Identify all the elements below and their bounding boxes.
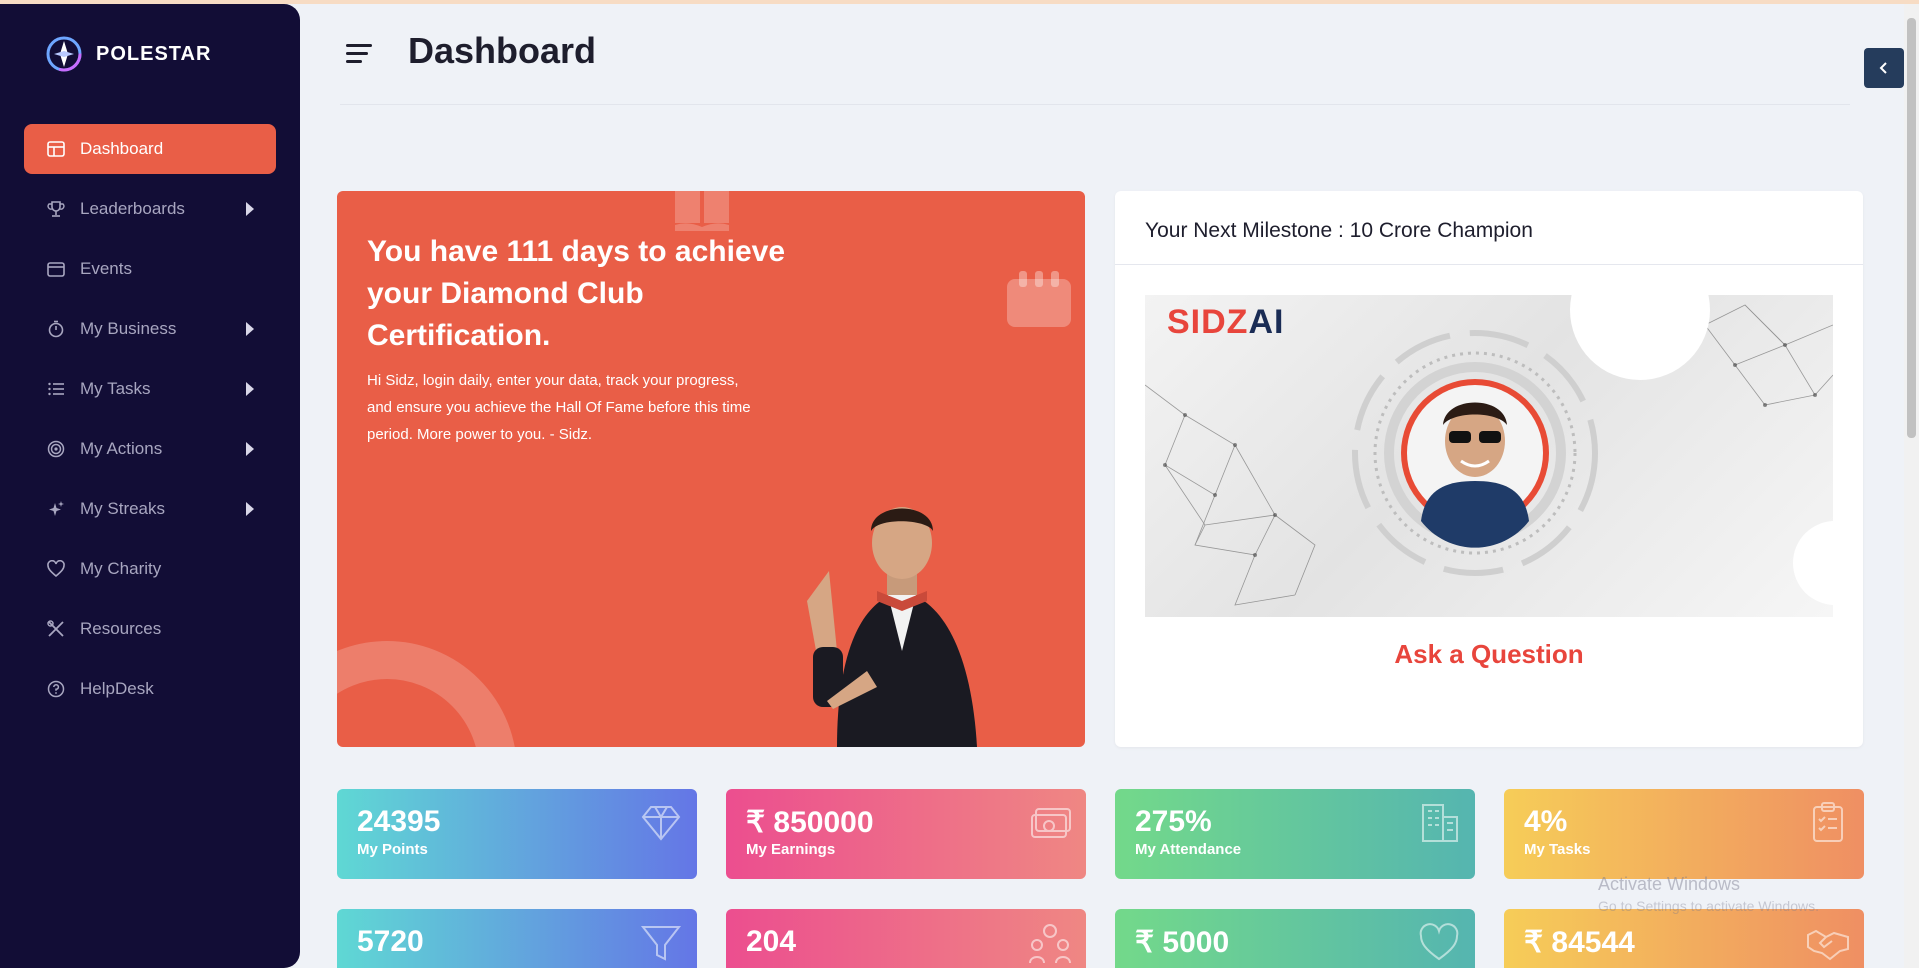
divider: [340, 104, 1850, 105]
trophy-icon: [46, 199, 66, 219]
menu-toggle-button[interactable]: [346, 44, 372, 66]
chevron-left-icon: [1879, 62, 1887, 74]
people-icon: [1029, 924, 1071, 964]
sidebar-item-label: Events: [80, 259, 132, 278]
hamburger-line: [346, 52, 368, 55]
countdown-banner: You have 111 days to achieve your Diamon…: [337, 191, 1085, 747]
sidebar-item-resources[interactable]: Resources: [24, 604, 276, 654]
sidebar-item-label: Leaderboards: [80, 199, 185, 218]
sidebar-item-events[interactable]: Events: [24, 244, 276, 294]
stat-value: 275%: [1135, 805, 1212, 838]
stat-label: My Points: [357, 841, 428, 858]
stat-value: 5720: [357, 925, 424, 958]
sidebar-item-helpdesk[interactable]: HelpDesk: [24, 664, 276, 714]
banner-headline: You have 111 days to achieve your Diamon…: [367, 235, 786, 352]
book-icon: [675, 191, 729, 231]
help-icon: [46, 679, 66, 699]
stat-value: 204: [746, 925, 797, 958]
sidebar-item-my-actions[interactable]: My Actions: [24, 424, 276, 474]
dashboard-icon: [46, 139, 66, 159]
sidebar-nav: Dashboard Leaderboards Events My Busines…: [24, 124, 276, 724]
sidebar-item-label: My Tasks: [80, 379, 151, 398]
stat-value: ₹ 850000: [746, 806, 874, 839]
brand[interactable]: POLESTAR: [46, 36, 211, 72]
stat-card-attendance[interactable]: 275% My Attendance: [1115, 789, 1475, 879]
activate-windows-subtitle: Go to Settings to activate Windows.: [1598, 898, 1819, 914]
stat-label: My Tasks: [1524, 841, 1591, 858]
sidebar-item-label: My Streaks: [80, 499, 166, 518]
sidebar-item-label: My Actions: [80, 439, 163, 458]
caret-right-icon: [246, 202, 254, 216]
sidebar-item-my-charity[interactable]: My Charity: [24, 544, 276, 594]
milestone-title: Your Next Milestone : 10 Crore Champion: [1145, 219, 1533, 242]
stat-card-row2-2[interactable]: 204: [726, 909, 1086, 968]
calendar-icon: [46, 259, 66, 279]
presenter-photo: [807, 507, 977, 747]
list-icon: [46, 379, 66, 399]
stat-value: 4%: [1524, 805, 1568, 838]
banner-message: Hi Sidz, login daily, enter your data, t…: [367, 372, 751, 443]
diamond-icon: [641, 806, 681, 841]
logo-part-sidz: SIDZ: [1167, 303, 1249, 341]
sidebar-item-my-tasks[interactable]: My Tasks: [24, 364, 276, 414]
sidz-ai-image[interactable]: SIDZAI: [1145, 295, 1833, 617]
sidebar-item-label: My Charity: [80, 559, 162, 578]
polestar-logo-icon: [46, 36, 82, 72]
sidebar-item-label: Dashboard: [80, 139, 164, 158]
hamburger-line: [346, 60, 362, 63]
sidebar-item-leaderboards[interactable]: Leaderboards: [24, 184, 276, 234]
stat-label: My Attendance: [1135, 841, 1242, 858]
scrollbar-thumb[interactable]: [1907, 18, 1916, 438]
divider: [1115, 264, 1863, 265]
brand-name: POLESTAR: [96, 42, 212, 65]
stat-value: 24395: [357, 805, 441, 838]
stat-card-row2-3[interactable]: ₹ 5000: [1115, 909, 1475, 968]
stat-card-earnings[interactable]: ₹ 850000 My Earnings: [726, 789, 1086, 879]
sidebar-item-label: My Business: [80, 319, 177, 338]
milestone-card: Your Next Milestone : 10 Crore Champion: [1115, 191, 1863, 747]
browser-top-edge: [0, 0, 1919, 4]
caret-right-icon: [246, 382, 254, 396]
heart-icon: [46, 559, 66, 579]
network-pattern: [1145, 295, 1833, 606]
heart-icon: [1419, 923, 1459, 961]
sidebar-item-my-streaks[interactable]: My Streaks: [24, 484, 276, 534]
caret-right-icon: [246, 322, 254, 336]
collapse-panel-button[interactable]: [1864, 48, 1904, 88]
decorative-ring: [337, 641, 517, 747]
calendar-icon: [1007, 271, 1071, 327]
stopwatch-icon: [46, 319, 66, 339]
stat-card-points[interactable]: 24395 My Points: [337, 789, 697, 879]
sidebar-item-my-business[interactable]: My Business: [24, 304, 276, 354]
stat-value: ₹ 84544: [1524, 926, 1635, 959]
ask-question-button[interactable]: Ask a Question: [1115, 639, 1863, 670]
building-icon: [1422, 804, 1458, 842]
stat-value: ₹ 5000: [1135, 926, 1230, 959]
clipboard-icon: [1813, 802, 1843, 842]
tools-icon: [46, 619, 66, 639]
handshake-icon: [1807, 929, 1849, 961]
sidebar-item-label: HelpDesk: [80, 679, 154, 698]
hamburger-line: [346, 44, 372, 47]
sidebar-item-label: Resources: [80, 619, 162, 638]
caret-right-icon: [246, 502, 254, 516]
stat-label: My Earnings: [746, 841, 836, 858]
sidz-ai-logo: SIDZAI: [1167, 303, 1284, 342]
page-scrollbar[interactable]: [1904, 4, 1919, 968]
stat-card-row2-4[interactable]: ₹ 84544: [1504, 909, 1864, 968]
stat-card-row2-1[interactable]: 5720: [337, 909, 697, 968]
logo-part-ai: AI: [1248, 303, 1285, 341]
target-icon: [46, 439, 66, 459]
activate-windows-watermark: Activate Windows: [1598, 874, 1741, 894]
page-title: Dashboard: [408, 30, 597, 71]
sparkle-icon: [46, 499, 66, 519]
caret-right-icon: [246, 442, 254, 456]
cash-icon: [1031, 808, 1071, 838]
funnel-icon: [640, 926, 682, 961]
sidebar-item-dashboard[interactable]: Dashboard: [24, 124, 276, 174]
sidebar: POLESTAR Dashboard Leaderboards Events M…: [0, 4, 300, 968]
stat-card-tasks[interactable]: 4% My Tasks: [1504, 789, 1864, 879]
